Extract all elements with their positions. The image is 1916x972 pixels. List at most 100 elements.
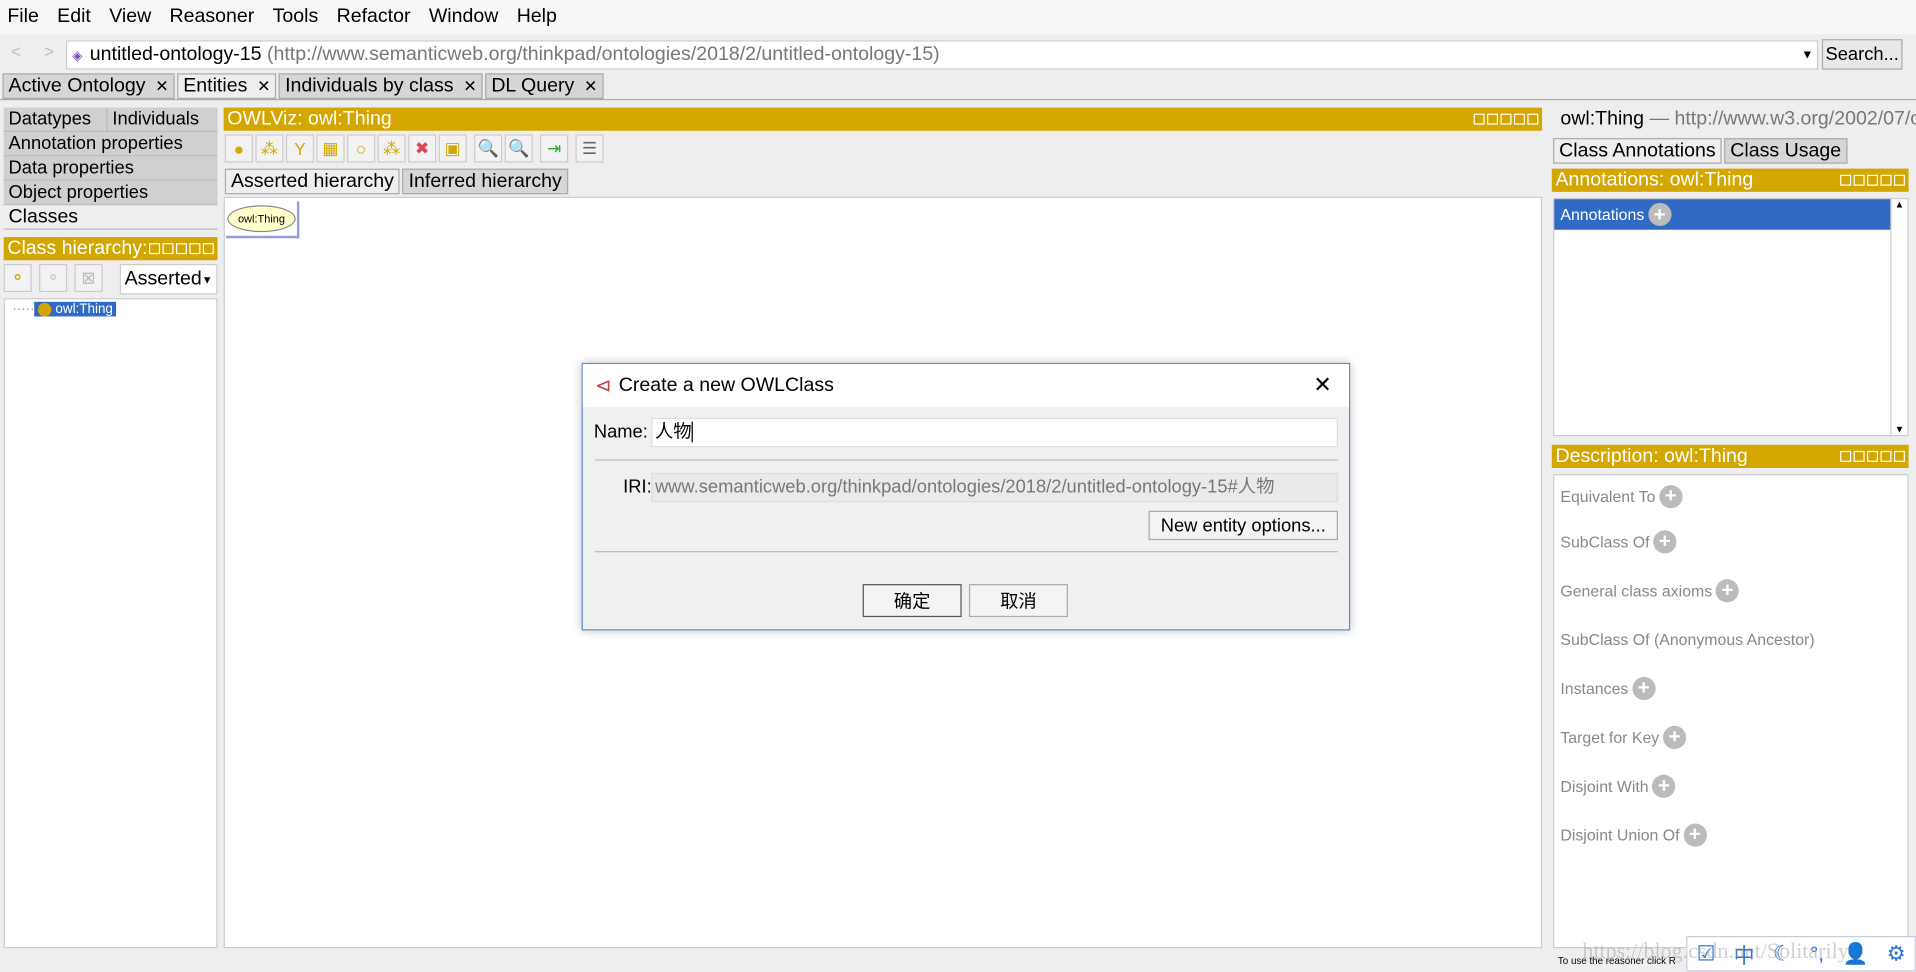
add-subclass-icon[interactable]: ⚬	[3, 263, 32, 293]
disjoint-with-section: Disjoint With +	[1554, 761, 1907, 810]
back-button[interactable]: <	[11, 42, 21, 62]
hierarchy-tabs: Asserted hierarchy Inferred hierarchy	[224, 168, 571, 195]
add-icon[interactable]: +	[1652, 773, 1676, 798]
menu-bar: File Edit View Reasoner Tools Refactor W…	[0, 0, 1916, 35]
disjoint-union-of-section: Disjoint Union Of +	[1554, 810, 1907, 859]
tab-asserted-hierarchy[interactable]: Asserted hierarchy	[224, 168, 401, 195]
entity-tabs: Datatypes Individuals Annotation properti…	[3, 107, 218, 230]
ontology-icon: ◈	[72, 48, 83, 63]
export-icon[interactable]: ⇥	[540, 134, 569, 163]
close-icon: ✕	[584, 76, 598, 95]
tab-datatypes[interactable]: Datatypes	[4, 107, 108, 131]
hide-class-icon[interactable]: ○	[347, 134, 376, 163]
class-tabs: Class Annotations Class Usage	[1553, 138, 1850, 164]
show-class-icon[interactable]: ●	[224, 134, 253, 163]
equivalent-to-section: Equivalent To +	[1554, 475, 1907, 517]
description-header: Description: owl:Thing	[1551, 444, 1909, 468]
show-subclasses-icon[interactable]: ⁂	[255, 134, 284, 163]
annotations-list: Annotations + ▲ ▼	[1553, 197, 1909, 437]
view-controls[interactable]	[1840, 174, 1908, 186]
close-icon[interactable]: ✕	[1313, 373, 1331, 399]
menu-view[interactable]: View	[109, 6, 151, 28]
add-icon[interactable]: +	[1715, 578, 1740, 602]
tab-inferred-hierarchy[interactable]: Inferred hierarchy	[402, 168, 568, 195]
hierarchy-mode-select[interactable]: Asserted ▼	[119, 263, 218, 295]
menu-file[interactable]: File	[7, 6, 39, 28]
tree-item-owl-thing[interactable]: ····· owl:Thing	[12, 301, 216, 317]
view-controls[interactable]	[1840, 450, 1908, 462]
iri-label: IRI:	[623, 476, 652, 498]
owlviz-header: OWLViz: owl:Thing	[223, 107, 1543, 131]
menu-refactor[interactable]: Refactor	[337, 6, 411, 28]
tab-entities[interactable]: Entities ✕	[177, 73, 277, 99]
anonymous-ancestor-section: SubClass Of (Anonymous Ancestor)	[1560, 629, 1815, 649]
forward-button[interactable]: >	[44, 42, 54, 62]
add-annotation-icon[interactable]: +	[1647, 202, 1672, 227]
ontology-iri: (http://www.semanticweb.org/thinkpad/ont…	[266, 43, 940, 65]
tab-dl-query[interactable]: DL Query ✕	[485, 73, 604, 99]
hide-others-icon[interactable]: ✖	[408, 134, 437, 163]
instances-section: Instances +	[1554, 663, 1907, 712]
close-icon: ✕	[257, 76, 271, 95]
tab-annotation-properties[interactable]: Annotation properties	[3, 131, 218, 157]
annotations-row[interactable]: Annotations +	[1554, 199, 1892, 230]
add-icon[interactable]: +	[1659, 484, 1683, 508]
new-entity-options-button[interactable]: New entity options...	[1148, 510, 1338, 541]
hide-subclasses-icon[interactable]: ⁂	[377, 134, 406, 163]
delete-class-icon[interactable]: ⊠	[74, 263, 103, 293]
iri-field: www.semanticweb.org/thinkpad/ontologies/…	[651, 472, 1338, 503]
menu-reasoner[interactable]: Reasoner	[170, 6, 255, 28]
chevron-down-icon: ▼	[1801, 48, 1814, 62]
zoom-out-icon[interactable]: 🔍	[474, 134, 503, 163]
zoom-in-icon[interactable]: 🔍	[504, 134, 533, 163]
tab-class-usage[interactable]: Class Usage	[1724, 138, 1848, 164]
graph-node-owl-thing[interactable]: owl:Thing	[227, 205, 296, 233]
scrollbar[interactable]: ▲ ▼	[1890, 199, 1907, 435]
cancel-button[interactable]: 取消	[968, 584, 1068, 618]
hide-all-icon[interactable]: ▣	[438, 134, 467, 163]
show-superclasses-icon[interactable]: Y	[285, 134, 315, 163]
add-icon[interactable]: +	[1632, 676, 1656, 700]
watermark: https://blog.csdn.net/Solitarily	[1582, 938, 1849, 963]
view-controls[interactable]	[1473, 113, 1542, 125]
menu-window[interactable]: Window	[429, 6, 499, 28]
target-for-key-section: Target for Key +	[1554, 712, 1907, 761]
selected-entity-title: owl:Thing — http://www.w3.org/2002/07/ow…	[1560, 108, 1916, 130]
name-label: Name:	[593, 421, 648, 443]
ontology-name: untitled-ontology-15	[89, 43, 262, 65]
annotations-header: Annotations: owl:Thing	[1551, 168, 1909, 192]
options-icon[interactable]: ☰	[575, 134, 604, 163]
tab-individuals-by-class[interactable]: Individuals by class ✕	[279, 73, 483, 99]
workspace-tabs: Active Ontology ✕ Entities ✕ Individuals by …	[2, 73, 605, 99]
create-class-dialog: ⊲ Create a new OWLClass ✕ Name: 人物 IRI: w…	[581, 362, 1351, 631]
dialog-titlebar: ⊲ Create a new OWLClass ✕	[582, 364, 1349, 407]
add-sibling-icon[interactable]: ⚬	[39, 263, 68, 293]
view-controls[interactable]	[149, 243, 217, 255]
show-all-classes-icon[interactable]: ▦	[316, 134, 345, 163]
protege-icon: ⊲	[595, 375, 612, 397]
description-list: Equivalent To + SubClass Of + General clas…	[1553, 474, 1909, 949]
tab-classes[interactable]: Classes	[3, 205, 218, 230]
class-hierarchy-header: Class hierarchy:	[3, 237, 218, 261]
add-icon[interactable]: +	[1662, 725, 1687, 749]
add-icon[interactable]: +	[1653, 529, 1677, 553]
general-class-axioms-section: General class axioms +	[1554, 566, 1907, 615]
tab-object-properties[interactable]: Object properties	[3, 180, 218, 206]
menu-tools[interactable]: Tools	[273, 6, 319, 28]
tab-active-ontology[interactable]: Active Ontology ✕	[2, 73, 175, 99]
menu-help[interactable]: Help	[517, 6, 557, 28]
search-button[interactable]: Search...	[1821, 39, 1903, 70]
ontology-combo[interactable]: ◈ untitled-ontology-15 (http://www.seman…	[65, 40, 1819, 70]
tab-class-annotations[interactable]: Class Annotations	[1553, 138, 1722, 164]
close-icon: ✕	[463, 76, 477, 95]
ime-settings-icon[interactable]: ⚙	[1887, 941, 1906, 965]
close-icon: ✕	[155, 76, 169, 95]
add-icon[interactable]: +	[1683, 822, 1707, 847]
owlviz-toolbar: ● ⁂ Y ▦ ○ ⁂ ✖ ▣ 🔍 🔍 ⇥ ☰	[224, 134, 606, 163]
subclass-of-section: SubClass Of +	[1554, 517, 1907, 566]
tab-individuals[interactable]: Individuals	[108, 108, 199, 131]
tab-data-properties[interactable]: Data properties	[3, 156, 218, 181]
ok-button[interactable]: 确定	[862, 584, 962, 618]
name-input[interactable]: 人物	[651, 417, 1338, 448]
menu-edit[interactable]: Edit	[57, 6, 91, 28]
